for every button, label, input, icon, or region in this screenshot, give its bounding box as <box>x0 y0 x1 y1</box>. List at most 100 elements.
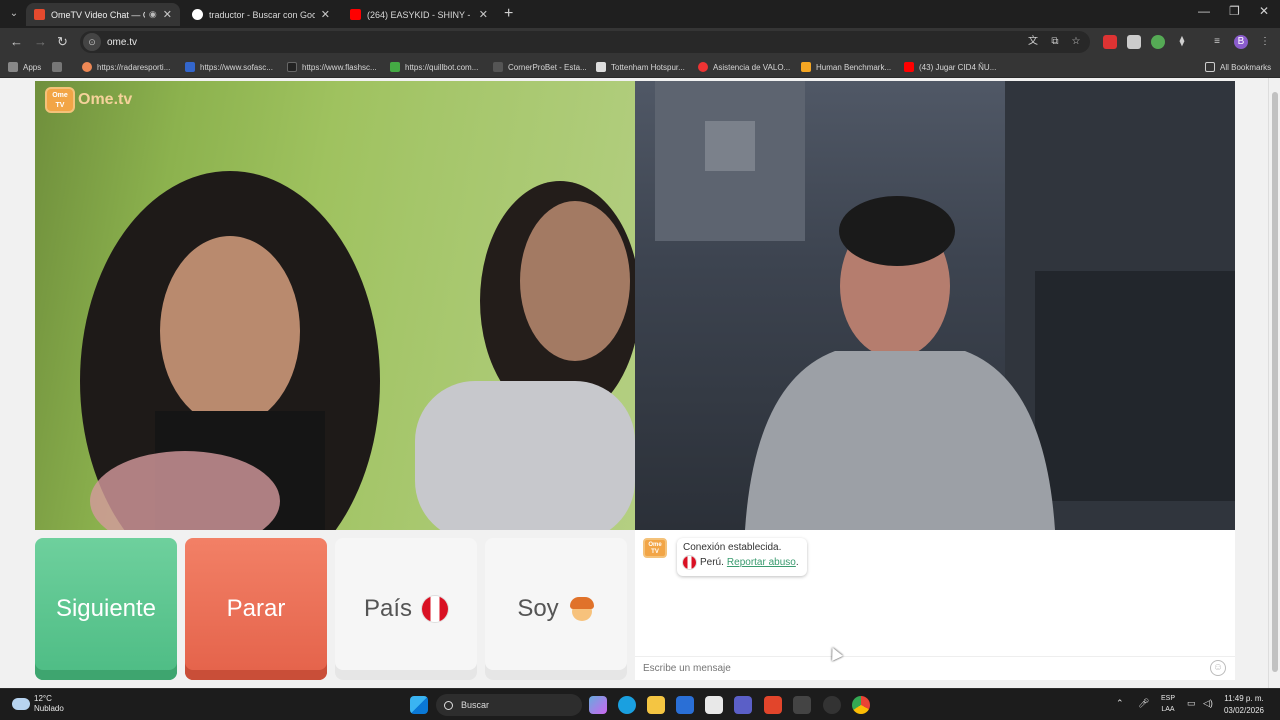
stranger-video-scene <box>80 171 635 530</box>
forward-icon[interactable]: → <box>34 34 47 49</box>
bookmark-cornerprobet[interactable]: CornerProBet - Esta... <box>493 60 587 74</box>
temperature: 12°C <box>34 694 52 703</box>
teams-icon[interactable] <box>734 696 752 714</box>
close-icon[interactable]: ✕ <box>479 8 488 21</box>
emoji-picker-icon[interactable]: ☺ <box>1210 660 1226 676</box>
edge-icon[interactable] <box>618 696 636 714</box>
profile-avatar[interactable]: B <box>1234 35 1248 49</box>
tab-label: (264) EASYKID - SHINY - YouTu <box>367 9 473 20</box>
site-icon <box>82 62 92 72</box>
close-icon[interactable]: ✕ <box>163 8 172 21</box>
bookmark-label: https://www.flashsc... <box>302 62 377 72</box>
bookmark-label: Tottenham Hotspur... <box>611 62 685 72</box>
address-bar[interactable]: ⊙ ome.tv <box>80 31 1090 53</box>
site-icon <box>596 62 606 72</box>
taskbar-search[interactable]: Buscar <box>436 694 582 716</box>
ometv-logo[interactable]: Ome TV Ome.tv <box>45 87 132 113</box>
peru-flag-icon <box>422 596 449 622</box>
scroll-thumb[interactable] <box>1272 92 1278 672</box>
message-input[interactable] <box>643 661 1203 675</box>
clock[interactable]: 11:49 p. m. 03/02/2026 <box>1220 693 1268 717</box>
cloud-icon <box>12 698 30 710</box>
chevron-up-icon[interactable]: ⌃ <box>1116 698 1124 709</box>
install-icon[interactable]: ⧉ <box>1048 35 1062 49</box>
bookmark-human-benchmark[interactable]: Human Benchmark... <box>801 60 891 74</box>
ometv-tv-icon: Ome TV <box>45 87 75 113</box>
back-icon[interactable]: ← <box>10 34 23 49</box>
bookmark-radaresporti[interactable]: https://radaresporti... <box>82 60 170 74</box>
bookmark-quillbot[interactable]: https://quillbot.com... <box>390 60 478 74</box>
tab-google[interactable]: traductor - Buscar con Google ✕ <box>184 3 338 26</box>
tab-search-icon[interactable]: ⌄ <box>6 6 22 22</box>
media-control-icon[interactable]: ≡ <box>1210 35 1224 49</box>
page-scrollbar[interactable] <box>1268 78 1280 688</box>
bookmark-flashscore[interactable]: https://www.flashsc... <box>287 60 377 74</box>
steam-icon[interactable] <box>823 696 841 714</box>
bookmark-star-icon[interactable]: ☆ <box>1069 35 1083 49</box>
site-icon <box>698 62 708 72</box>
bookmark-label: All Bookmarks <box>1220 62 1272 72</box>
tab-ometv[interactable]: OmeTV Video Chat — Ome ◉ ✕ <box>26 3 180 26</box>
site-icon <box>801 62 811 72</box>
next-button-label: Siguiente <box>55 595 157 622</box>
menu-kebab-icon[interactable]: ⋮ <box>1258 35 1272 49</box>
weather-widget[interactable]: 12°C Nublado <box>12 694 64 714</box>
ometv-avatar-icon: Ome TV <box>643 538 667 558</box>
next-button[interactable]: Siguiente <box>35 538 177 680</box>
restore-icon[interactable]: ❐ <box>1229 4 1240 18</box>
store-icon[interactable] <box>705 696 723 714</box>
extension-green-icon[interactable] <box>1151 35 1165 49</box>
country-button[interactable]: País <box>335 538 477 680</box>
copilot-icon[interactable] <box>589 696 607 714</box>
tab-youtube[interactable]: (264) EASYKID - SHINY - YouTu ✕ <box>342 3 496 26</box>
bookmark-label: https://radaresporti... <box>97 62 171 72</box>
translate-icon[interactable]: 文 <box>1026 35 1040 49</box>
chat-panel: Ome TV Conexión establecida. Perú. Repor… <box>635 530 1235 680</box>
stop-button[interactable]: Parar <box>185 538 327 680</box>
report-abuse-link[interactable]: Reportar abuso <box>727 557 796 568</box>
brave-icon[interactable] <box>764 696 782 714</box>
bookmark-label: CornerProBet - Esta... <box>508 62 587 72</box>
close-window-icon[interactable]: ✕ <box>1259 4 1269 18</box>
site-info-icon[interactable]: ⊙ <box>83 33 101 51</box>
site-icon <box>287 62 297 72</box>
network-icon[interactable]: ▭ <box>1187 698 1196 709</box>
recording-icon: ◉ <box>148 9 157 19</box>
bookmark-label: Asistencia de VALO... <box>713 62 791 72</box>
youtube-favicon-icon <box>350 9 361 20</box>
windows-start-icon[interactable] <box>410 696 428 714</box>
bookmark-apps[interactable]: Apps <box>8 60 41 74</box>
media-player-icon[interactable] <box>793 696 811 714</box>
url-text: ome.tv <box>107 36 138 48</box>
extension-gray-icon[interactable] <box>1127 35 1141 49</box>
input-divider <box>635 656 1235 657</box>
volume-icon[interactable]: ◁) <box>1203 698 1213 709</box>
all-bookmarks[interactable]: All Bookmarks <box>1205 60 1271 74</box>
bookmark-grid[interactable] <box>52 60 67 74</box>
close-icon[interactable]: ✕ <box>321 8 330 21</box>
extensions-puzzle-icon[interactable]: ⧫ <box>1175 35 1189 49</box>
youtube-icon <box>904 62 914 72</box>
lang-layout: LAA <box>1161 706 1175 713</box>
gender-button[interactable]: Soy <box>485 538 627 680</box>
apps-grid-icon <box>8 62 18 72</box>
reload-icon[interactable]: ↻ <box>57 34 68 50</box>
bookmark-sofascore[interactable]: https://www.sofasc... <box>185 60 273 74</box>
new-tab-icon[interactable]: + <box>504 5 513 23</box>
bookmark-valorant[interactable]: Asistencia de VALO... <box>698 60 790 74</box>
grid-icon <box>52 62 62 72</box>
language-indicator[interactable]: ESP LAA <box>1158 693 1178 715</box>
folder-icon <box>1205 62 1215 72</box>
site-icon <box>185 62 195 72</box>
outlook-icon[interactable] <box>676 696 694 714</box>
bookmark-youtube[interactable]: (43) Jugar CID4 ÑU... <box>904 60 996 74</box>
file-explorer-icon[interactable] <box>647 696 665 714</box>
bookmark-label: (43) Jugar CID4 ÑU... <box>919 62 997 72</box>
chrome-icon[interactable] <box>852 696 870 714</box>
bookmark-tottenham[interactable]: Tottenham Hotspur... <box>596 60 685 74</box>
extension-red-icon[interactable] <box>1103 35 1117 49</box>
microphone-icon[interactable]: 🎤︎ <box>1138 698 1149 709</box>
google-favicon-icon <box>192 9 203 20</box>
minimize-icon[interactable]: — <box>1198 4 1210 18</box>
country-text: Perú. <box>700 557 724 568</box>
